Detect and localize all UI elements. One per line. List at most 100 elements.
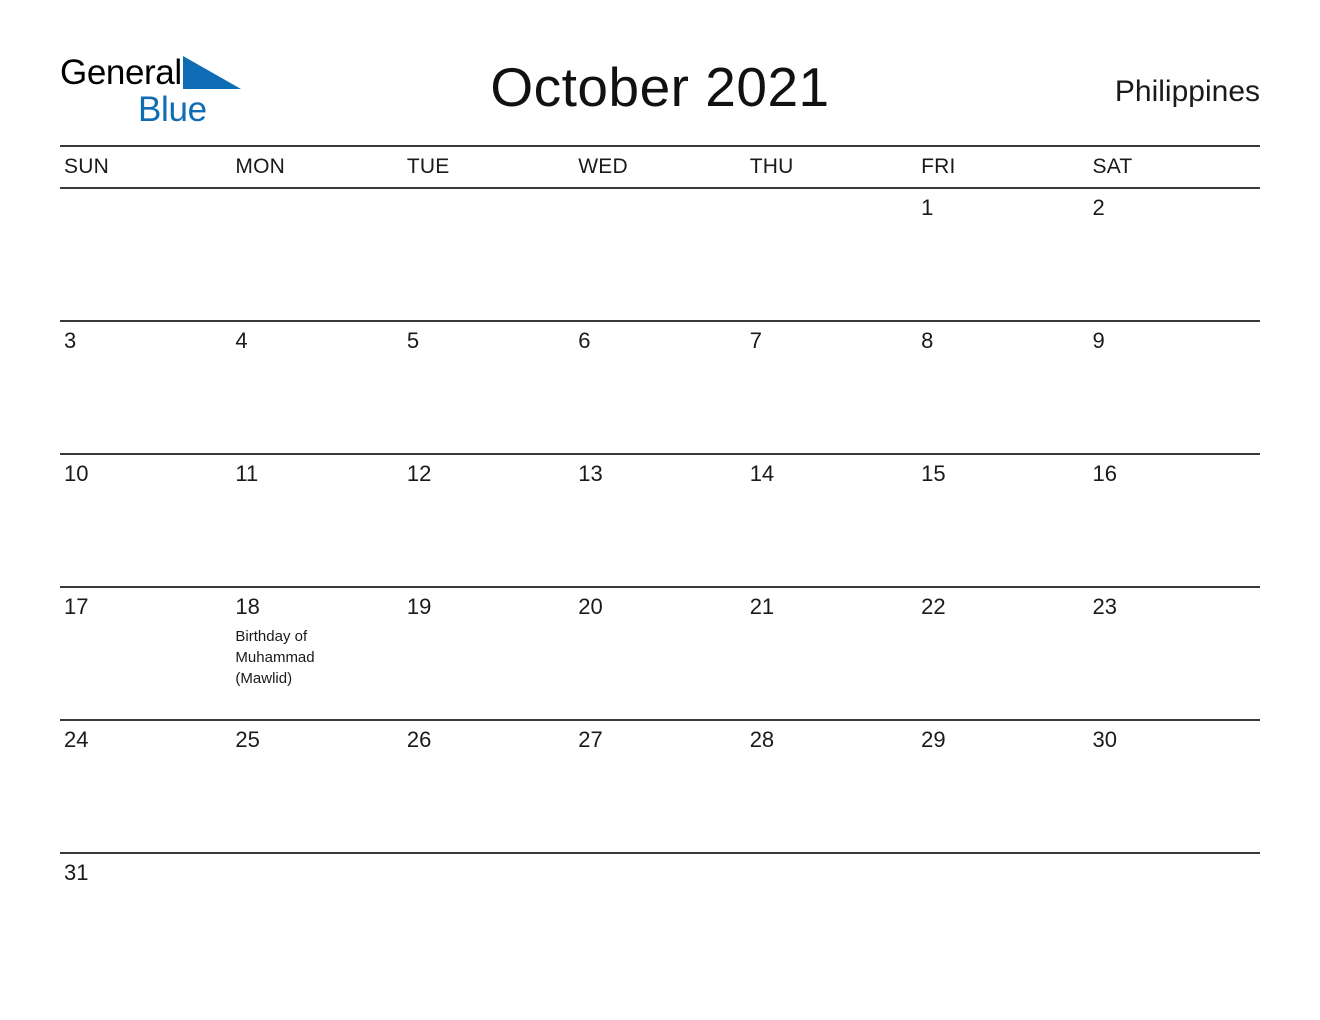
day-number: 3	[64, 328, 77, 353]
day-cell[interactable]: 27	[574, 720, 746, 854]
day-number: 26	[406, 727, 432, 752]
weekday-header-wed: WED	[574, 145, 746, 189]
day-number: 14	[749, 461, 775, 486]
day-number: 2	[1092, 195, 1105, 220]
day-number: 8	[921, 328, 934, 353]
day-number: 1	[921, 195, 934, 220]
day-number: 25	[235, 727, 260, 752]
day-cell[interactable]: 4	[231, 321, 403, 455]
day-cell[interactable]	[402, 188, 575, 322]
day-cell[interactable]: 14	[745, 454, 918, 588]
day-cell[interactable]	[403, 853, 574, 974]
blue-triangle-icon	[182, 56, 241, 89]
day-cell[interactable]: 23	[1088, 587, 1260, 721]
weekday-header-tue: TUE	[402, 145, 575, 189]
calendar-week-row: 17 18 Birthday of Muhammad (Mawlid) 19 20…	[60, 587, 1260, 721]
calendar-week-row: 10 11 12 13 14 15 16	[60, 454, 1260, 588]
day-cell[interactable]: 26	[402, 720, 575, 854]
day-number: 21	[749, 594, 775, 619]
calendar-week-row: 31	[60, 853, 1260, 974]
calendar-page: General Blue October 2021 Philippines SU…	[0, 0, 1320, 1020]
day-cell[interactable]: 19	[402, 587, 575, 721]
day-number: 4	[235, 328, 248, 353]
day-event: Birthday of Muhammad (Mawlid)	[235, 628, 315, 687]
weekday-header-sun: SUN	[60, 145, 232, 189]
day-cell[interactable]: 31	[60, 853, 231, 974]
day-cell[interactable]: 2	[1088, 188, 1260, 322]
page-header: General Blue October 2021 Philippines	[60, 52, 1260, 134]
day-cell[interactable]: 1	[917, 188, 1089, 322]
day-number: 22	[921, 594, 946, 619]
weekday-header-sat: SAT	[1088, 145, 1260, 189]
day-cell[interactable]	[1089, 853, 1260, 974]
page-title: October 2021	[490, 56, 830, 118]
day-cell[interactable]: 18 Birthday of Muhammad (Mawlid)	[231, 587, 403, 721]
day-cell[interactable]: 22	[917, 587, 1089, 721]
day-number: 13	[578, 461, 603, 486]
day-number: 20	[578, 594, 603, 619]
day-number: 10	[64, 461, 89, 486]
day-number: 11	[235, 461, 259, 486]
day-cell[interactable]	[574, 188, 746, 322]
day-cell[interactable]: 12	[402, 454, 575, 588]
day-cell[interactable]: 30	[1088, 720, 1260, 854]
general-blue-logo[interactable]: General Blue	[60, 52, 292, 134]
logo-text-blue: Blue	[138, 90, 207, 129]
calendar-grid: SUN MON TUE WED THU FRI SAT 1 2 3 4 5 6 …	[60, 145, 1260, 974]
weekday-header-row: SUN MON TUE WED THU FRI SAT	[60, 145, 1260, 189]
day-number: 27	[578, 727, 603, 752]
day-cell[interactable]: 16	[1088, 454, 1260, 588]
country-label: Philippines	[1114, 75, 1260, 108]
calendar-week-row: 3 4 5 6 7 8 9	[60, 321, 1260, 455]
calendar-body: 1 2 3 4 5 6 7 8 9 10 11 12 13 14 15 16 1…	[60, 188, 1260, 974]
day-cell[interactable]	[231, 853, 402, 974]
logo-bottom-row: Blue	[60, 92, 292, 128]
day-cell[interactable]: 20	[574, 587, 746, 721]
day-number: 18	[235, 594, 260, 619]
day-number: 9	[1092, 328, 1105, 353]
calendar-week-row: 1 2	[60, 188, 1260, 322]
day-cell[interactable]: 9	[1088, 321, 1260, 455]
day-number: 31	[64, 860, 89, 885]
day-number: 24	[64, 727, 89, 752]
day-cell[interactable]: 7	[745, 321, 918, 455]
day-number: 12	[406, 461, 432, 486]
day-number: 15	[921, 461, 946, 486]
day-cell[interactable]	[231, 188, 403, 322]
day-cell[interactable]: 28	[745, 720, 918, 854]
day-number: 19	[406, 594, 432, 619]
day-cell[interactable]: 6	[574, 321, 746, 455]
day-cell[interactable]: 3	[60, 321, 232, 455]
day-cell[interactable]: 5	[402, 321, 575, 455]
day-cell[interactable]: 13	[574, 454, 746, 588]
day-cell[interactable]	[745, 188, 918, 322]
day-cell[interactable]: 15	[917, 454, 1089, 588]
day-cell[interactable]: 8	[917, 321, 1089, 455]
weekday-header-thu: THU	[745, 145, 918, 189]
day-cell[interactable]: 11	[231, 454, 403, 588]
day-number: 16	[1092, 461, 1118, 486]
day-cell[interactable]: 17	[60, 587, 232, 721]
calendar-table: SUN MON TUE WED THU FRI SAT 1 2 3 4 5 6 …	[60, 145, 1260, 974]
day-number: 23	[1092, 594, 1118, 619]
day-cell[interactable]: 10	[60, 454, 232, 588]
day-number: 17	[64, 594, 89, 619]
day-cell[interactable]	[917, 853, 1088, 974]
calendar-header: SUN MON TUE WED THU FRI SAT	[60, 145, 1260, 189]
day-cell[interactable]: 21	[745, 587, 918, 721]
weekday-header-mon: MON	[231, 145, 403, 189]
day-cell[interactable]	[746, 853, 917, 974]
day-number: 7	[749, 328, 762, 353]
day-number: 30	[1092, 727, 1118, 752]
day-number: 29	[921, 727, 946, 752]
day-cell[interactable]: 24	[60, 720, 232, 854]
weekday-header-fri: FRI	[917, 145, 1089, 189]
day-cell[interactable]	[60, 188, 232, 322]
day-cell[interactable]: 25	[231, 720, 403, 854]
logo-top-row: General	[60, 53, 292, 92]
day-cell[interactable]	[574, 853, 745, 974]
day-cell[interactable]: 29	[917, 720, 1089, 854]
day-number: 28	[749, 727, 775, 752]
logo-text-general: General	[60, 53, 182, 92]
day-number: 5	[406, 328, 420, 353]
